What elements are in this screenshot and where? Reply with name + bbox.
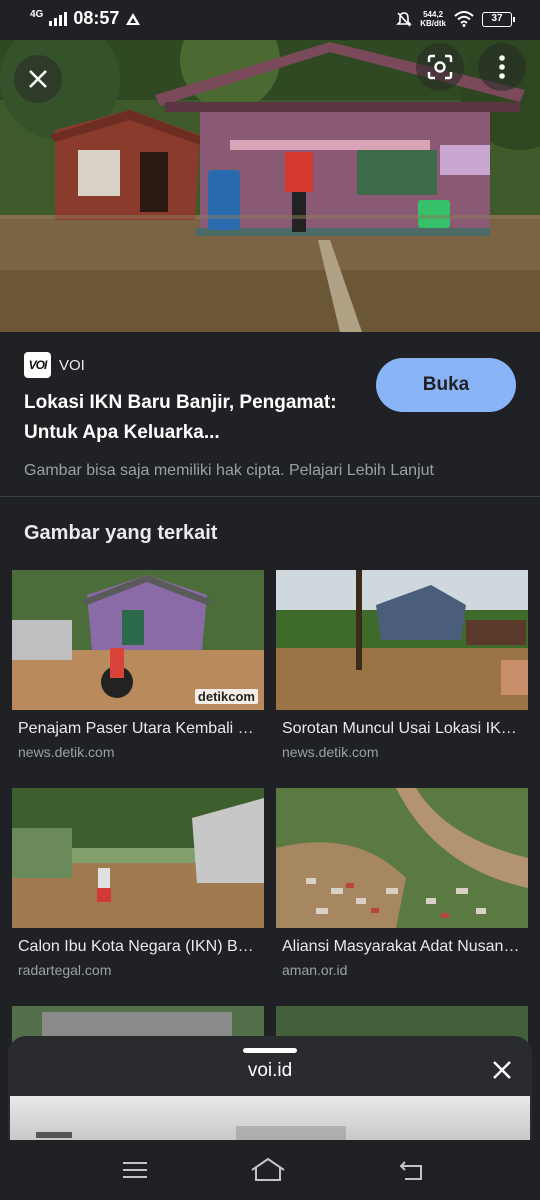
lens-button[interactable] [416,43,464,91]
sheet-close-button[interactable] [488,1056,516,1084]
home-icon [251,1157,285,1181]
related-item-title: Aliansi Masyarakat Adat Nusantara [282,938,522,955]
net-speed: 544,2 KB/dtk [420,10,446,28]
related-item[interactable]: Calon Ibu Kota Negara (IKN) Banjir radar… [12,788,264,978]
related-item-domain: news.detik.com [18,744,115,760]
copyright-notice[interactable]: Gambar bisa saja memiliki hak cipta. Pel… [24,462,434,480]
related-thumbnail [276,570,528,710]
related-item-domain: news.detik.com [282,744,379,760]
close-icon [493,1061,511,1079]
net-speed-unit: KB/dtk [420,19,446,28]
lens-icon [427,54,453,80]
home-button[interactable] [250,1154,286,1186]
wifi-icon [454,11,474,27]
clock: 08:57 [73,8,120,28]
related-heading: Gambar yang terkait [24,522,218,544]
flood-house-photo [0,40,540,332]
bottom-sheet[interactable]: voi.id [8,1036,532,1156]
close-icon [29,70,47,88]
sheet-title: voi.id [247,1060,293,1081]
related-thumbnail [12,788,264,928]
thumbnail-watermark: detikcom [194,689,258,704]
related-item[interactable]: detikcom Penajam Paser Utara Kembali Ban… [12,570,264,760]
battery-indicator: 37 [482,11,515,27]
drag-handle[interactable] [243,1048,297,1053]
network-type: 4G [30,8,44,20]
source-name: VOI [59,356,85,374]
status-left: 4G 08:57 [30,8,141,29]
related-thumbnail [276,788,528,928]
related-thumbnail: detikcom [12,570,264,710]
related-item-domain: radartegal.com [18,962,112,978]
related-item-domain: aman.or.id [282,962,348,978]
net-speed-value: 544,2 [423,10,444,19]
related-item[interactable]: Aliansi Masyarakat Adat Nusantara aman.o… [276,788,528,978]
mute-icon [396,12,413,27]
result-title[interactable]: Lokasi IKN Baru Banjir, Pengamat: Untuk … [24,388,364,448]
more-vert-icon [499,55,505,79]
related-item-title: Calon Ibu Kota Negara (IKN) Banjir [18,938,258,955]
signal-icon [49,11,68,26]
related-item[interactable]: Sorotan Muncul Usai Lokasi IKN Banjir ne… [276,570,528,760]
source-logo: VOI [24,352,51,378]
related-item-title: Penajam Paser Utara Kembali Banjir [18,720,258,737]
menu-icon [123,1162,147,1178]
back-icon [399,1161,422,1180]
close-button[interactable] [14,55,62,103]
preview-bar [36,1132,72,1138]
divider [0,496,540,497]
drive-upload-icon [126,12,141,25]
hero-image[interactable] [0,40,540,332]
back-button[interactable] [393,1154,429,1186]
status-right: 544,2 KB/dtk 37 [396,10,515,28]
related-item-title: Sorotan Muncul Usai Lokasi IKN Banjir [282,720,522,737]
menu-button[interactable] [117,1154,153,1186]
navigation-bar [0,1140,540,1200]
source-row[interactable]: VOI VOI [24,352,85,378]
more-options-button[interactable] [478,43,526,91]
open-button[interactable]: Buka [376,358,516,412]
status-bar: 4G 08:57 544,2 KB/dtk 37 [0,0,540,40]
